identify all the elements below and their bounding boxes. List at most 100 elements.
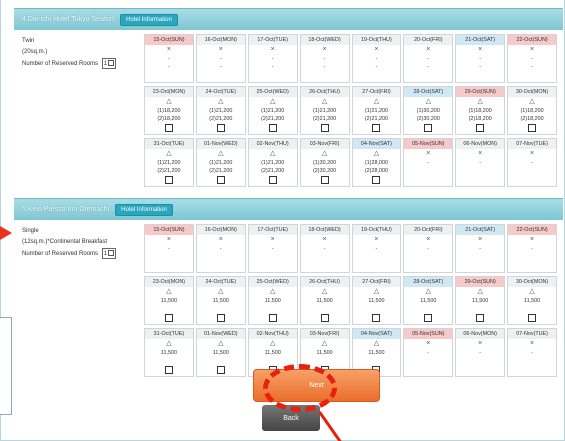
checkbox-placeholder (404, 261, 452, 272)
date-checkbox[interactable] (528, 124, 537, 132)
date-checkbox[interactable] (372, 314, 381, 322)
availability-symbol: × (426, 46, 431, 53)
price-line-1: - (479, 160, 482, 166)
price-line-1: - (531, 56, 533, 62)
price-line-2: (2)18,200 (157, 116, 181, 122)
price-line-1: - (168, 56, 170, 62)
price-line-2: (2)18,200 (468, 116, 492, 122)
availability-symbol: △ (269, 340, 276, 347)
date-label: 29-Oct(SUN) (456, 87, 505, 97)
date-label: 03-Nov(FRI) (300, 139, 349, 149)
price-line-1: 11,500 (264, 350, 281, 356)
checkbox-placeholder (249, 261, 297, 272)
date-checkbox[interactable] (424, 314, 433, 322)
availability-symbol: × (426, 236, 431, 243)
date-checkbox[interactable] (476, 314, 485, 322)
date-cell: 30-Oct(MON) △ 11,500 (507, 276, 557, 325)
date-cell: 27-Oct(FRI) △ 11,500 (351, 276, 402, 325)
availability-symbol: × (478, 340, 483, 347)
date-cell: 17-Oct(TUE) × - (247, 224, 298, 273)
price-line-2 (508, 357, 556, 365)
price-line-2: (2)21,200 (209, 168, 233, 174)
date-label: 20-Oct(FRI) (404, 35, 453, 45)
price-line-2 (508, 305, 556, 313)
next-button[interactable]: Next (253, 369, 380, 402)
date-checkbox[interactable] (424, 124, 433, 132)
date-checkbox[interactable] (216, 366, 225, 374)
rooms-select-value: 1 (103, 61, 108, 67)
price-line-1: - (531, 350, 533, 356)
date-cell: 04-Nov(SAT) △ (1)28,000 (2)28,000 (351, 138, 402, 187)
rooms-select[interactable]: 1 (101, 248, 117, 259)
date-label: 23-Oct(MON) (145, 277, 193, 287)
date-checkbox[interactable] (320, 314, 329, 322)
price-line-2 (456, 167, 504, 175)
back-button[interactable]: Back (262, 405, 320, 431)
date-checkbox[interactable] (164, 366, 173, 374)
rooms-select[interactable]: 1 (101, 58, 117, 69)
date-cell: 30-Oct(MON) △ (1)18,200 (2)18,200 (507, 86, 557, 135)
availability-symbol: × (426, 150, 431, 157)
date-checkbox[interactable] (164, 176, 173, 184)
availability-symbol: × (322, 236, 327, 243)
checkbox-placeholder (456, 365, 504, 376)
date-cell: 31-Oct(TUE) △ (1)21,200 (2)21,200 (144, 138, 194, 187)
date-cell: 01-Nov(WED) △ 11,500 (195, 328, 246, 377)
price-line-1: (1)30,200 (416, 108, 440, 114)
hotel-section: 4.Dai-ichi Hotel Tokyo Seafort Hotel Inf… (14, 8, 563, 196)
price-line-1: (1)21,200 (209, 160, 233, 166)
date-label: 16-Oct(MON) (196, 35, 245, 45)
rooms-row: Number of Reserved Rooms 1 (22, 248, 142, 260)
date-checkbox[interactable] (216, 124, 225, 132)
price-line-1: 11,500 (212, 298, 229, 304)
price-line-1: (1)21,200 (364, 108, 388, 114)
date-label: 19-Oct(THU) (352, 225, 401, 235)
date-checkbox[interactable] (164, 124, 173, 132)
price-line-2: (2)21,200 (157, 168, 181, 174)
date-label: 27-Oct(FRI) (352, 87, 401, 97)
calendar-week-row: 15-Oct(SUN) × -16-Oct(MON) × -17-Oct(TUE) × -1… (144, 224, 557, 273)
date-label: 19-Oct(THU) (352, 35, 401, 45)
checkbox-placeholder (145, 71, 193, 82)
availability-symbol: △ (269, 288, 276, 295)
date-checkbox[interactable] (320, 124, 329, 132)
price-line-2: - (427, 64, 430, 70)
date-checkbox[interactable] (372, 124, 381, 132)
price-line-1: - (427, 56, 430, 62)
date-cell: 07-Nov(TUE) × - (507, 328, 557, 377)
date-checkbox[interactable] (268, 314, 277, 322)
date-cell: 24-Oct(TUE) △ 11,500 (195, 276, 246, 325)
date-checkbox[interactable] (320, 176, 329, 184)
date-checkbox[interactable] (476, 124, 485, 132)
availability-symbol: △ (166, 288, 172, 295)
date-checkbox[interactable] (216, 176, 225, 184)
availability-symbol: △ (425, 288, 431, 295)
availability-symbol: × (478, 236, 483, 243)
hotel-information-button[interactable]: Hotel Information (115, 203, 173, 216)
price-line-1: 11,500 (160, 298, 177, 304)
date-checkbox[interactable] (216, 314, 225, 322)
date-label: 26-Oct(THU) (300, 87, 349, 97)
date-checkbox[interactable] (268, 176, 277, 184)
date-checkbox[interactable] (372, 176, 381, 184)
availability-symbol: △ (166, 98, 172, 105)
checkbox-placeholder (404, 365, 452, 376)
price-line-1: 11,500 (368, 298, 385, 304)
date-cell: 15-Oct(SUN) × - (144, 224, 194, 273)
date-checkbox[interactable] (164, 314, 173, 322)
price-line-2: (2)30,200 (313, 168, 337, 174)
date-label: 28-Oct(SAT) (404, 277, 453, 287)
hotel-information-button[interactable]: Hotel Information (120, 13, 178, 26)
date-label: 17-Oct(TUE) (248, 225, 297, 235)
date-cell: 22-Oct(SUN) × - (507, 224, 557, 273)
date-checkbox[interactable] (528, 314, 537, 322)
price-line-2 (197, 253, 245, 261)
price-line-2 (301, 357, 349, 365)
hotel-section: 5.Keio Presso Inn Otemachi Hotel Informa… (14, 198, 563, 377)
price-line-2: - (479, 64, 482, 70)
availability-symbol: × (374, 236, 379, 243)
date-checkbox[interactable] (268, 124, 277, 132)
availability-symbol: △ (529, 288, 535, 295)
date-label: 21-Oct(SAT) (456, 35, 505, 45)
date-cell: 21-Oct(SAT) × - - (455, 34, 506, 83)
